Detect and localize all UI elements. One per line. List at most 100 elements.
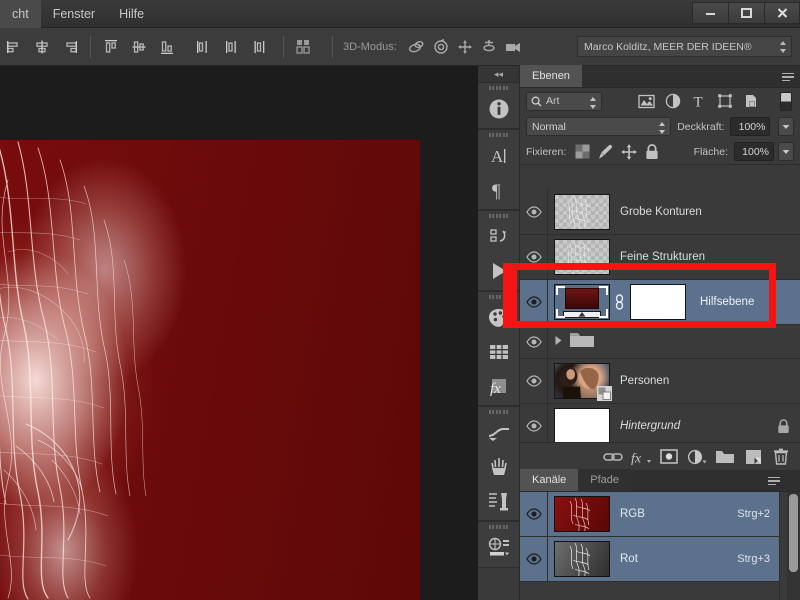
workspace-preset-select[interactable]: Marco Kolditz, MEER DER IDEEN® <box>577 36 792 57</box>
align-bottom-edges-icon[interactable] <box>154 34 180 60</box>
filter-kind-select[interactable]: Art <box>526 91 602 111</box>
close-button[interactable] <box>764 2 800 24</box>
properties-3d-panel-icon[interactable] <box>478 531 520 565</box>
lock-position-icon[interactable] <box>618 141 639 162</box>
blend-mode-select[interactable]: Normal <box>526 117 672 136</box>
channel-thumbnail-cell[interactable] <box>548 496 610 532</box>
align-top-edges-icon[interactable] <box>98 34 124 60</box>
table-row[interactable]: Hilfsebene <box>520 279 800 325</box>
tab-ebenen[interactable]: Ebenen <box>520 65 582 87</box>
layer-visibility-toggle[interactable] <box>520 403 548 442</box>
layer-visibility-toggle[interactable] <box>520 190 548 235</box>
layer-visibility-toggle[interactable] <box>520 324 548 359</box>
paragraph-panel-icon[interactable]: ¶ <box>478 173 520 207</box>
layer-thumbnail-cell[interactable] <box>548 408 610 442</box>
minimize-button[interactable] <box>692 2 728 24</box>
layer-mask-thumbnail-cell[interactable] <box>628 284 686 320</box>
align-horizontal-centers-icon[interactable] <box>29 34 55 60</box>
panel-menu-icon-2[interactable] <box>768 475 782 487</box>
lock-image-pixels-icon[interactable] <box>595 141 616 162</box>
align-left-edges-icon[interactable] <box>1 34 27 60</box>
layer-thumbnail-cell[interactable] <box>548 284 610 320</box>
slide-3d-object-icon[interactable] <box>477 35 501 59</box>
layer-thumbnail-cell[interactable] <box>548 194 610 230</box>
maximize-button[interactable] <box>728 2 764 24</box>
fill-dropdown-arrow[interactable] <box>778 142 794 161</box>
layer-visibility-toggle[interactable] <box>520 358 548 404</box>
rotate-3d-object-icon[interactable] <box>405 35 429 59</box>
table-row[interactable]: Rot Strg+3 <box>520 536 800 582</box>
mask-link-toggle[interactable] <box>610 294 628 310</box>
menu-hilfe[interactable]: Hilfe <box>107 0 156 28</box>
scale-3d-camera-icon[interactable] <box>501 35 525 59</box>
channels-scrollbar-thumb[interactable] <box>789 494 798 572</box>
history-panel-icon[interactable] <box>478 220 520 254</box>
expand-panels-button[interactable]: ◂◂ <box>478 66 519 82</box>
filter-adjustment-layers-icon[interactable] <box>661 91 684 112</box>
align-right-edges-icon[interactable] <box>57 34 83 60</box>
swatches-panel-icon[interactable] <box>478 301 520 335</box>
channel-visibility-toggle[interactable] <box>520 491 548 537</box>
link-layers-icon[interactable] <box>600 445 626 469</box>
table-row[interactable] <box>520 324 800 359</box>
table-row[interactable]: Grobe Konturen <box>520 190 800 235</box>
dock-grip-handle-3[interactable] <box>478 211 519 220</box>
filter-smart-object-layers-icon[interactable] <box>739 91 762 112</box>
table-row[interactable]: Personen <box>520 358 800 404</box>
filter-shape-layers-icon[interactable] <box>713 91 736 112</box>
opacity-input[interactable]: 100% <box>730 117 771 136</box>
panel-menu-icon[interactable] <box>782 71 796 83</box>
document-canvas[interactable] <box>0 66 478 600</box>
layer-thumbnail-cell[interactable] <box>548 239 610 275</box>
tab-kanaele[interactable]: Kanäle <box>520 469 579 491</box>
dock-grip-handle[interactable] <box>478 83 519 92</box>
actions-panel-icon[interactable] <box>478 254 520 288</box>
channels-scrollbar[interactable] <box>787 492 800 600</box>
dock-grip-handle-4[interactable] <box>478 292 519 301</box>
adjustments-panel-icon[interactable] <box>478 416 520 450</box>
filter-enable-toggle[interactable] <box>780 91 792 111</box>
new-adjustment-layer-icon[interactable] <box>684 445 710 469</box>
dock-group-color: fx <box>478 291 519 406</box>
delete-layer-icon[interactable] <box>768 445 794 469</box>
filter-pixel-layers-icon[interactable] <box>635 91 658 112</box>
distribute-horizontal-centers-icon[interactable] <box>218 34 244 60</box>
lock-all-icon[interactable] <box>641 141 662 162</box>
new-layer-icon[interactable] <box>740 445 766 469</box>
color-panel-icon[interactable] <box>478 335 520 369</box>
menu-fenster[interactable]: Fenster <box>41 0 107 28</box>
auto-align-layers-icon[interactable] <box>291 33 319 61</box>
clone-source-panel-icon[interactable] <box>478 484 520 518</box>
fill-input[interactable]: 100% <box>734 142 774 161</box>
table-row[interactable]: RGB Strg+2 <box>520 491 800 537</box>
tab-pfade[interactable]: Pfade <box>578 469 632 491</box>
character-panel-icon[interactable]: A <box>478 139 520 173</box>
menu-ansicht-truncated[interactable]: cht <box>0 0 41 28</box>
pan-3d-object-icon[interactable] <box>453 35 477 59</box>
layer-list[interactable]: Grobe Konturen Feine Strukturen Hilfsebe… <box>520 190 800 442</box>
lock-transparent-pixels-icon[interactable] <box>572 141 593 162</box>
styles-fx-panel-icon[interactable]: fx <box>478 369 520 403</box>
distribute-right-edges-icon[interactable] <box>246 34 272 60</box>
layer-visibility-toggle[interactable] <box>520 279 548 325</box>
align-vertical-centers-icon[interactable] <box>126 34 152 60</box>
dock-grip-handle-6[interactable] <box>478 522 519 531</box>
layer-style-fx-icon[interactable]: fx <box>628 445 654 469</box>
roll-3d-object-icon[interactable] <box>429 35 453 59</box>
distribute-left-edges-icon[interactable] <box>190 34 216 60</box>
layer-thumbnail-cell[interactable] <box>548 363 612 401</box>
opacity-dropdown-arrow[interactable] <box>778 117 794 136</box>
dock-grip-handle-5[interactable] <box>478 407 519 416</box>
dock-grip-handle-2[interactable] <box>478 130 519 139</box>
filter-type-layers-icon[interactable]: T <box>687 91 710 112</box>
table-row[interactable]: Feine Strukturen <box>520 234 800 280</box>
info-panel-icon[interactable] <box>478 92 520 126</box>
brush-panel-icon[interactable] <box>478 450 520 484</box>
add-layer-mask-icon[interactable] <box>656 445 682 469</box>
channel-thumbnail-cell[interactable] <box>548 541 610 577</box>
table-row[interactable]: Hintergrund <box>520 403 800 442</box>
group-expand-arrow-icon[interactable] <box>554 333 563 351</box>
new-group-icon[interactable] <box>712 445 738 469</box>
layer-visibility-toggle[interactable] <box>520 234 548 280</box>
channel-visibility-toggle[interactable] <box>520 536 548 582</box>
